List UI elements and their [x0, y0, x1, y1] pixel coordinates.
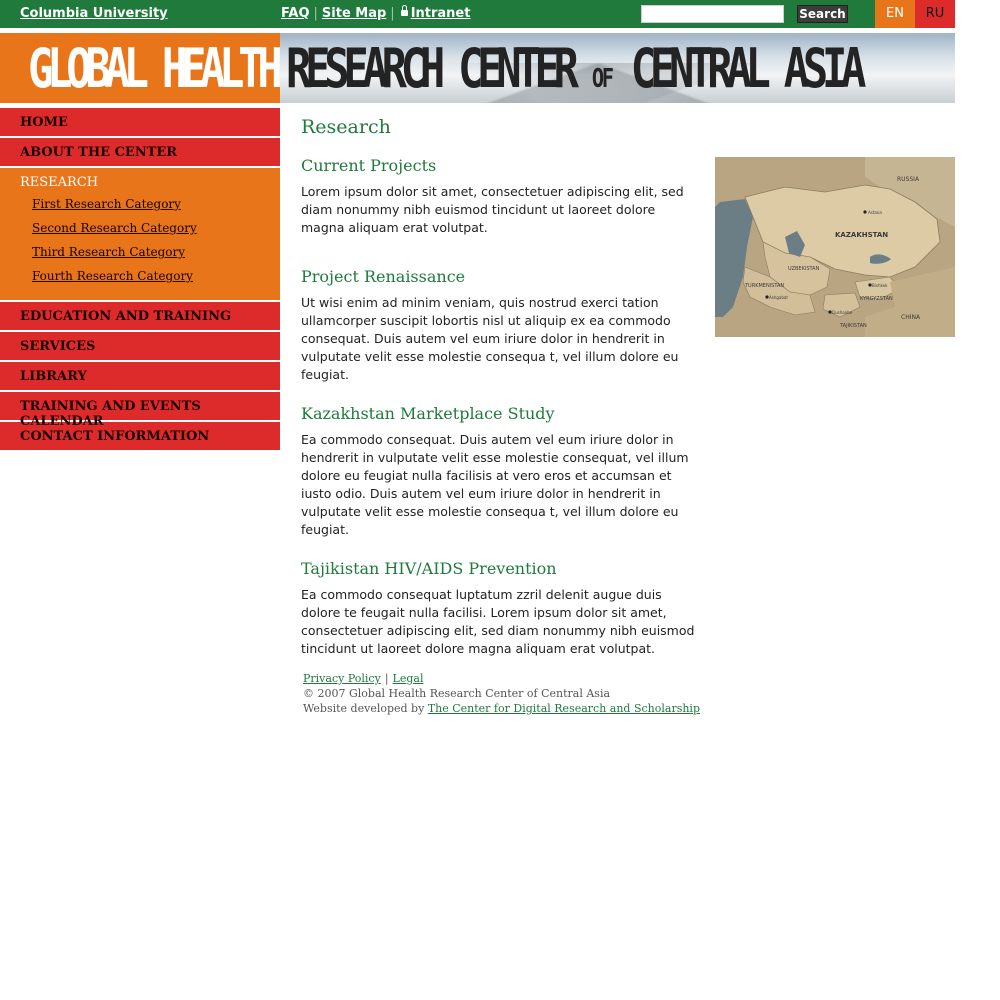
nav-item-research: RESEARCH First Research Category Second … [0, 168, 280, 300]
map-label-russia: RUSSIA [897, 176, 920, 183]
columbia-university-link[interactable]: Columbia University [20, 6, 168, 21]
section-title: Tajikistan HIV/AIDS Prevention [301, 559, 557, 578]
section-body: Lorem ipsum dolor sit amet, consectetuer… [301, 184, 684, 235]
section-body: Ea commodo consequat luptatum zzril dele… [301, 587, 695, 656]
nav-item-education[interactable]: EDUCATION AND TRAINING [0, 302, 280, 330]
nav-item-calendar[interactable]: TRAINING AND EVENTS CALENDAR [0, 392, 280, 429]
main-content: Research Current Projects Lorem ipsum do… [301, 116, 701, 678]
lock-icon [400, 5, 408, 16]
map-label-china: CHINA [901, 314, 921, 321]
legal-link[interactable]: Legal [393, 672, 424, 685]
top-bar: Columbia University FAQ | Site Map | Intrane… [0, 0, 955, 28]
nav-item-home[interactable]: HOME [0, 108, 280, 136]
section-kazakhstan-marketplace: Kazakhstan Marketplace Study Ea commodo … [301, 404, 701, 539]
map-label-kazakhstan: KAZAKHSTAN [835, 231, 888, 239]
sub-nav-third-category[interactable]: Third Research Category [20, 244, 280, 268]
sub-nav-fourth-category[interactable]: Fourth Research Category [20, 268, 280, 292]
site-map-link[interactable]: Site Map [322, 6, 386, 21]
developer-prefix: Website developed by [303, 702, 425, 715]
privacy-policy-link[interactable]: Privacy Policy [303, 672, 381, 685]
banner-right-text: RESEARCH CENTER OF CENTRAL ASIA [286, 37, 867, 103]
utility-links: FAQ | Site Map | Intranet [281, 5, 471, 21]
banner-right-text-a: RESEARCH CENTER [286, 37, 592, 100]
map-label-turkmenistan: TURKMENISTAN [744, 283, 784, 289]
separator: | [313, 6, 318, 21]
section-body: Ea commodo consequat. Duis autem vel eum… [301, 432, 689, 537]
nav-item-library[interactable]: LIBRARY [0, 362, 280, 390]
section-current-projects: Current Projects Lorem ipsum dolor sit a… [301, 156, 701, 237]
map-label-uzbekistan: UZBEKISTAN [788, 266, 820, 272]
developer-link[interactable]: The Center for Digital Research and Scho… [428, 702, 700, 715]
sidebar-nav: HOME ABOUT THE CENTER RESEARCH First Res… [0, 108, 280, 452]
section-tajikistan-hiv: Tajikistan HIV/AIDS Prevention Ea commod… [301, 559, 701, 658]
map-graphic: RUSSIA KAZAKHSTAN UZBEKISTAN TURKMENISTA… [715, 157, 955, 337]
nav-item-about[interactable]: ABOUT THE CENTER [0, 138, 280, 166]
astana-marker [863, 210, 867, 214]
separator: | [384, 672, 389, 685]
map-label-astana: Astana [868, 210, 882, 215]
sub-nav-second-category[interactable]: Second Research Category [20, 220, 280, 244]
separator: | [390, 6, 395, 21]
footer-links: Privacy Policy | Legal [303, 671, 723, 686]
language-en-button[interactable]: EN [875, 0, 915, 28]
developer-credit: Website developed by The Center for Digi… [303, 701, 723, 716]
section-project-renaissance: Project Renaissance Ut wisi enim ad mini… [301, 267, 701, 384]
language-ru-button[interactable]: RU [915, 0, 955, 28]
banner-left-text: GLOBAL HEALTH [28, 37, 283, 100]
map-label-tajikistan: TAJIKISTAN [839, 323, 867, 329]
search-input[interactable] [641, 5, 784, 23]
nav-item-services[interactable]: SERVICES [0, 332, 280, 360]
search-button[interactable]: Search [797, 5, 848, 23]
footer: Privacy Policy | Legal © 2007 Global Healt… [303, 671, 723, 716]
banner-research-center: RESEARCH CENTER OF CENTRAL ASIA [280, 33, 955, 103]
map-label-kyrgyzstan: KYRGYZSTAN [860, 296, 893, 302]
nav-item-research-label[interactable]: RESEARCH [20, 175, 280, 190]
map-label-dushanbe: Dushanbe [832, 310, 853, 315]
sub-nav-first-category[interactable]: First Research Category [20, 196, 280, 220]
faq-link[interactable]: FAQ [281, 6, 310, 21]
banner-right-text-b: CENTRAL ASIA [611, 37, 867, 100]
map-label-ashgabat: Ashgabat [769, 295, 788, 300]
central-asia-map: RUSSIA KAZAKHSTAN UZBEKISTAN TURKMENISTA… [715, 157, 955, 337]
section-body: Ut wisi enim ad minim veniam, quis nostr… [301, 295, 679, 382]
banner-global-health: GLOBAL HEALTH [0, 33, 283, 103]
page-title: Research [301, 116, 391, 138]
section-title: Kazakhstan Marketplace Study [301, 404, 555, 423]
section-title: Project Renaissance [301, 267, 466, 286]
banner-right-text-of: OF [591, 64, 614, 94]
intranet-link[interactable]: Intranet [411, 6, 471, 21]
map-label-bishkek: Bishkek [872, 283, 888, 288]
copyright-text: © 2007 Global Health Research Center of … [303, 687, 611, 700]
section-title: Current Projects [301, 156, 437, 175]
